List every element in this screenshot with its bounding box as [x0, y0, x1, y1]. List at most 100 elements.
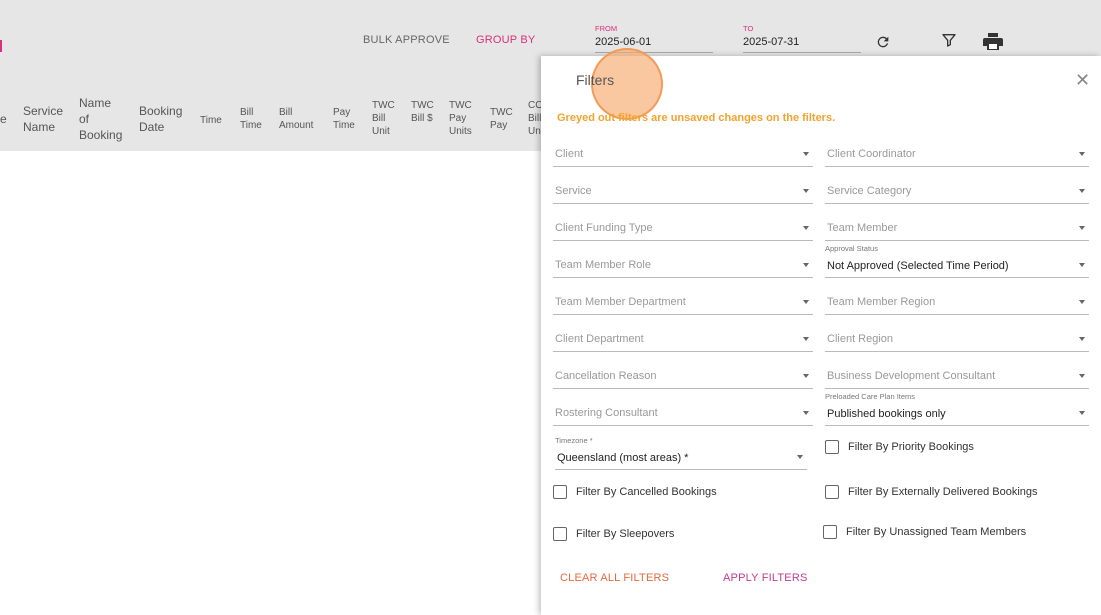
cancelled-bookings-label: Filter By Cancelled Bookings [576, 486, 717, 498]
to-date-label: TO [743, 24, 754, 33]
chevron-down-icon [803, 152, 809, 156]
clear-all-filters-button[interactable]: CLEAR ALL FILTERS [560, 572, 669, 584]
team-member-role-select[interactable]: Team Member Role [553, 255, 813, 278]
client-funding-type-placeholder: Client Funding Type [555, 222, 653, 234]
chevron-down-icon [803, 337, 809, 341]
column-header[interactable]: TWC Bill Unit [372, 99, 398, 138]
checkbox-box[interactable] [553, 527, 567, 541]
sleepovers-checkbox[interactable]: Filter By Sleepovers [553, 527, 674, 541]
client-funding-type-select[interactable]: Client Funding Type [553, 218, 813, 241]
client-region-placeholder: Client Region [827, 333, 894, 345]
left-edge-marker [0, 40, 2, 52]
chevron-down-icon [803, 189, 809, 193]
timezone-value: Queensland (most areas) * [557, 452, 689, 464]
client-select[interactable]: Client [553, 144, 813, 167]
column-header[interactable]: TWC Pay [490, 106, 516, 132]
preloaded-care-plan-value: Published bookings only [827, 408, 946, 420]
bulk-approve-button[interactable]: BULK APPROVE [363, 34, 450, 46]
chevron-down-icon [1079, 411, 1085, 415]
team-member-placeholder: Team Member [827, 222, 898, 234]
service-select[interactable]: Service [553, 181, 813, 204]
column-header[interactable]: Pay Time [333, 106, 361, 132]
service-category-select[interactable]: Service Category [825, 181, 1089, 204]
team-member-department-select[interactable]: Team Member Department [553, 292, 813, 315]
chevron-down-icon [1079, 300, 1085, 304]
filters-title: Filters [576, 72, 615, 88]
column-header[interactable]: Service Name [23, 103, 67, 135]
priority-bookings-label: Filter By Priority Bookings [848, 441, 974, 453]
to-date-field[interactable]: TO 2025-07-31 [743, 24, 861, 53]
chevron-down-icon [1079, 374, 1085, 378]
column-header[interactable]: Bill Time [240, 106, 268, 132]
chevron-down-icon [797, 455, 803, 459]
client-select-placeholder: Client [555, 148, 584, 160]
preloaded-care-plan-label: Preloaded Care Plan Items [825, 392, 916, 401]
client-region-select[interactable]: Client Region [825, 329, 1089, 352]
column-header[interactable]: e [0, 111, 7, 127]
apply-filters-button[interactable]: APPLY FILTERS [723, 572, 808, 584]
approval-status-label: Approval Status [825, 244, 878, 253]
client-coordinator-select[interactable]: Client Coordinator [825, 144, 1089, 167]
service-category-placeholder: Service Category [827, 185, 912, 197]
team-member-role-placeholder: Team Member Role [555, 259, 651, 271]
chevron-down-icon [1079, 189, 1085, 193]
chevron-down-icon [803, 263, 809, 267]
checkbox-box[interactable] [825, 485, 839, 499]
client-coordinator-placeholder: Client Coordinator [827, 148, 916, 160]
to-date-value[interactable]: 2025-07-31 [743, 36, 799, 48]
chevron-down-icon [803, 226, 809, 230]
client-department-placeholder: Client Department [555, 333, 644, 345]
column-header[interactable]: Time [200, 114, 222, 127]
chevron-down-icon [803, 411, 809, 415]
column-header[interactable]: Name of Booking [79, 95, 123, 143]
column-header[interactable]: Booking Date [139, 103, 187, 135]
chevron-down-icon [1079, 337, 1085, 341]
approval-status-value: Not Approved (Selected Time Period) [827, 260, 1009, 272]
client-department-select[interactable]: Client Department [553, 329, 813, 352]
externally-delivered-label: Filter By Externally Delivered Bookings [848, 486, 1038, 498]
cancellation-reason-placeholder: Cancellation Reason [555, 370, 657, 382]
cancellation-reason-select[interactable]: Cancellation Reason [553, 366, 813, 389]
unassigned-team-members-checkbox[interactable]: Filter By Unassigned Team Members [823, 525, 1026, 539]
column-header[interactable]: TWC Pay Units [449, 99, 481, 138]
externally-delivered-checkbox[interactable]: Filter By Externally Delivered Bookings [825, 485, 1038, 499]
timezone-label: Timezone * [555, 436, 593, 445]
checkbox-box[interactable] [823, 525, 837, 539]
service-placeholder: Service [555, 185, 592, 197]
from-date-label: FROM [595, 24, 618, 33]
approval-status-select[interactable]: Approval Status Not Approved (Selected T… [825, 244, 1089, 278]
team-member-select[interactable]: Team Member [825, 218, 1089, 241]
close-icon[interactable]: ✕ [1075, 70, 1090, 91]
column-header[interactable]: TWC Bill $ [411, 99, 437, 125]
checkbox-box[interactable] [553, 485, 567, 499]
from-date-field[interactable]: FROM 2025-06-01 [595, 24, 713, 53]
checkbox-box[interactable] [825, 440, 839, 454]
filters-panel: Filters ✕ Greyed out filters are unsaved… [541, 48, 1101, 615]
column-header[interactable]: Bill Amount [279, 106, 319, 132]
business-development-consultant-select[interactable]: Business Development Consultant [825, 366, 1089, 389]
chevron-down-icon [1079, 152, 1085, 156]
column-header[interactable]: CO Bill Un [528, 99, 542, 138]
print-icon[interactable] [981, 30, 1005, 54]
chevron-down-icon [803, 300, 809, 304]
sleepovers-label: Filter By Sleepovers [576, 528, 675, 540]
rostering-consultant-placeholder: Rostering Consultant [555, 407, 658, 419]
refresh-icon[interactable] [875, 34, 891, 50]
chevron-down-icon [803, 374, 809, 378]
timezone-select[interactable]: Timezone * Queensland (most areas) * [555, 436, 807, 470]
unsaved-warning: Greyed out filters are unsaved changes o… [557, 112, 836, 124]
team-member-department-placeholder: Team Member Department [555, 296, 686, 308]
group-by-button[interactable]: GROUP BY [476, 34, 535, 46]
rostering-consultant-select[interactable]: Rostering Consultant [553, 403, 813, 426]
chevron-down-icon [1079, 226, 1085, 230]
team-member-region-select[interactable]: Team Member Region [825, 292, 1089, 315]
chevron-down-icon [1079, 263, 1085, 267]
filter-icon[interactable] [941, 32, 957, 48]
team-member-region-placeholder: Team Member Region [827, 296, 936, 308]
preloaded-care-plan-select[interactable]: Preloaded Care Plan Items Published book… [825, 392, 1089, 426]
cancelled-bookings-checkbox[interactable]: Filter By Cancelled Bookings [553, 485, 717, 499]
priority-bookings-checkbox[interactable]: Filter By Priority Bookings [825, 440, 974, 454]
from-date-value[interactable]: 2025-06-01 [595, 36, 651, 48]
business-development-consultant-placeholder: Business Development Consultant [827, 370, 996, 382]
unassigned-team-members-label: Filter By Unassigned Team Members [846, 526, 1027, 538]
